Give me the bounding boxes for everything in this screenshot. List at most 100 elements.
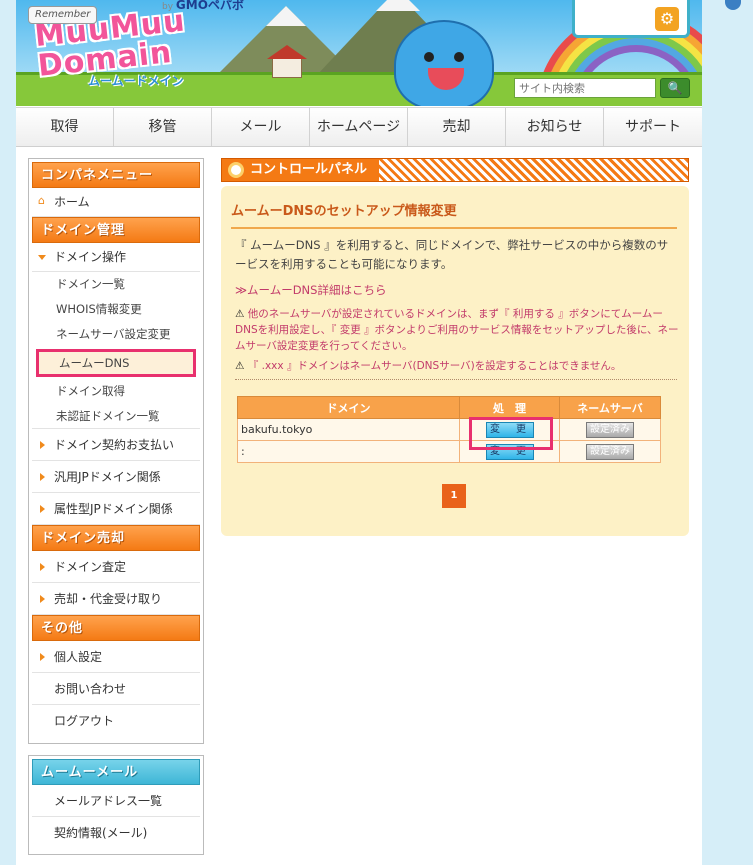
domain-table: ドメイン 処 理 ネームサーバ bakufu.tokyo 変 更 設定済み : … bbox=[237, 396, 661, 463]
panel-title: コントロールパネル bbox=[222, 159, 380, 181]
bear-mouth bbox=[428, 68, 464, 90]
sidebar-item-mail-addresses[interactable]: メールアドレス一覧 bbox=[32, 785, 200, 817]
nav-item-mail[interactable]: メール bbox=[212, 108, 310, 146]
configured-button[interactable]: 設定済み bbox=[586, 421, 634, 438]
sidebar-item-label: ドメイン査定 bbox=[54, 560, 127, 574]
nameserver-cell: 設定済み bbox=[559, 440, 661, 463]
sidebar-item-contact[interactable]: お問い合わせ bbox=[32, 673, 200, 705]
snowcap-decoration bbox=[266, 6, 306, 26]
sidebar-item-appraisal[interactable]: ドメイン査定 bbox=[32, 551, 200, 583]
sidebar-item-domain-list[interactable]: ドメイン一覧 bbox=[32, 272, 200, 297]
link-arrow-icon: ≫ bbox=[235, 283, 248, 297]
caret-right-icon bbox=[40, 653, 45, 661]
configured-button[interactable]: 設定済み bbox=[586, 443, 634, 460]
caret-down-icon bbox=[38, 255, 46, 260]
sidebar-item-label: ドメイン契約お支払い bbox=[54, 438, 175, 452]
gear-icon[interactable]: ⚙ bbox=[655, 7, 679, 31]
sidebar-item-domain-acquire[interactable]: ドメイン取得 bbox=[32, 379, 200, 404]
dns-details-link-text: ムームーDNS詳細はこちら bbox=[247, 283, 387, 297]
gmo-pepabo-byline[interactable]: by GMOペパボ bbox=[162, 0, 244, 13]
section-domain-management: ドメイン管理 bbox=[32, 217, 200, 243]
caret-right-icon bbox=[40, 595, 45, 603]
sun-icon bbox=[228, 162, 244, 178]
search-button[interactable]: 🔍 bbox=[660, 78, 690, 98]
sidebar-item-label: ドメイン操作 bbox=[54, 250, 127, 264]
caret-right-icon bbox=[40, 505, 45, 513]
change-button[interactable]: 変 更 bbox=[485, 443, 534, 460]
content-description: 『 ムームーDNS 』を利用すると、同じドメインで、弊社サービスの中から複数のサ… bbox=[235, 238, 669, 271]
nav-item-sell[interactable]: 売却 bbox=[408, 108, 506, 146]
section-other: その他 bbox=[32, 615, 200, 641]
header-banner: MuuMuu Domain ムームードメイン Remember by GMOペパ… bbox=[16, 0, 702, 106]
site-search: 🔍 bbox=[514, 78, 690, 98]
sidebar-item-muumuu-dns[interactable]: ムームーDNS bbox=[36, 349, 196, 377]
search-input[interactable] bbox=[514, 78, 656, 98]
content-heading: ムームーDNSのセットアップ情報変更 bbox=[231, 200, 677, 229]
sidebar-item-sale-payment[interactable]: 売却・代金受け取り bbox=[32, 583, 200, 615]
dns-details-link[interactable]: ≫ムームーDNS詳細はこちら bbox=[235, 282, 386, 298]
domain-cell: : bbox=[237, 440, 460, 463]
login-box[interactable]: ⚙ bbox=[572, 0, 690, 38]
nameserver-cell: 設定済み bbox=[559, 418, 661, 441]
sidebar-item-personal-settings[interactable]: 個人設定 bbox=[32, 641, 200, 673]
bear-mascot-icon bbox=[394, 20, 494, 106]
sidebar-item-contract-payment[interactable]: ドメイン契約お支払い bbox=[32, 429, 200, 461]
nav-item-homepage[interactable]: ホームページ bbox=[310, 108, 408, 146]
sidebar-item-domain-operations[interactable]: ドメイン操作 bbox=[32, 243, 200, 272]
nav-item-news[interactable]: お知らせ bbox=[506, 108, 604, 146]
nav-item-transfer[interactable]: 移管 bbox=[114, 108, 212, 146]
global-nav: 取得 移管 メール ホームページ 売却 お知らせ サポート bbox=[16, 107, 702, 147]
sidebar-item-unverified-domains[interactable]: 未認証ドメイン一覧 bbox=[32, 404, 200, 429]
location-pin-icon bbox=[725, 0, 741, 10]
action-cell: 変 更 bbox=[459, 418, 560, 441]
sidebar-item-home[interactable]: ⌂ ホーム bbox=[32, 188, 200, 217]
sidebar-item-mail-contract[interactable]: 契約情報(メール) bbox=[32, 817, 200, 849]
page: MuuMuu Domain ムームードメイン Remember by GMOペパ… bbox=[16, 0, 702, 865]
home-icon: ⌂ bbox=[38, 194, 45, 207]
domain-cell: bakufu.tokyo bbox=[237, 418, 460, 441]
column-header-nameserver: ネームサーバ bbox=[559, 396, 661, 419]
sidebar-title: コンパネメニュー bbox=[32, 162, 200, 188]
divider bbox=[235, 379, 677, 380]
nav-item-acquire[interactable]: 取得 bbox=[16, 108, 114, 146]
panel-title-bar: コントロールパネル bbox=[221, 158, 689, 182]
table-row: bakufu.tokyo 変 更 設定済み bbox=[237, 418, 661, 441]
caret-right-icon bbox=[40, 563, 45, 571]
sidebar-item-generic-jp[interactable]: 汎用JPドメイン関係 bbox=[32, 461, 200, 493]
house-icon bbox=[267, 45, 307, 78]
sidebar-item-label: ホーム bbox=[54, 195, 90, 209]
mail-sidebar-title: ムームーメール bbox=[32, 759, 200, 785]
sidebar-item-attribute-jp[interactable]: 属性型JPドメイン関係 bbox=[32, 493, 200, 525]
caret-right-icon bbox=[40, 441, 45, 449]
caret-right-icon bbox=[40, 473, 45, 481]
bear-eye bbox=[454, 52, 464, 62]
byline-text: GMOペパボ bbox=[175, 0, 244, 12]
remember-badge[interactable]: Remember bbox=[28, 6, 98, 24]
sidebar-item-whois-change[interactable]: WHOIS情報変更 bbox=[32, 297, 200, 322]
warning-icon: ⚠ bbox=[235, 360, 245, 372]
change-button[interactable]: 変 更 bbox=[485, 421, 534, 438]
dns-setup-content: ムームーDNSのセットアップ情報変更 『 ムームーDNS 』を利用すると、同じド… bbox=[221, 186, 689, 536]
warning-note: ⚠ 他のネームサーバが設定されているドメインは、まず『 利用する 』ボタンにてム… bbox=[235, 306, 679, 354]
page-number[interactable]: 1 bbox=[442, 484, 466, 508]
sidebar-item-logout[interactable]: ログアウト bbox=[32, 705, 200, 737]
snowcap-decoration bbox=[376, 0, 420, 11]
sidebar-item-label: 属性型JPドメイン関係 bbox=[54, 502, 173, 516]
warning-note: ⚠ 『 .xxx 』ドメインはネームサーバ(DNSサーバ)を設定することはできま… bbox=[235, 358, 679, 374]
nav-item-support[interactable]: サポート bbox=[604, 108, 702, 146]
action-cell: 変 更 bbox=[459, 440, 560, 463]
search-icon: 🔍 bbox=[667, 81, 683, 95]
section-domain-sale: ドメイン売却 bbox=[32, 525, 200, 551]
sidebar-item-nameserver-change[interactable]: ネームサーバ設定変更 bbox=[32, 322, 200, 347]
logo-subtext: ムームードメイン bbox=[88, 74, 184, 88]
warning-note-text: 『 .xxx 』ドメインはネームサーバ(DNSサーバ)を設定することはできません… bbox=[247, 360, 622, 372]
sidebar-item-label: 個人設定 bbox=[54, 650, 103, 664]
panel-title-text: コントロールパネル bbox=[250, 162, 368, 177]
table-row: : 変 更 設定済み bbox=[237, 440, 661, 463]
table-header-row: ドメイン 処 理 ネームサーバ bbox=[237, 396, 661, 419]
warning-icon: ⚠ bbox=[235, 308, 245, 320]
sidebar-item-label: 汎用JPドメイン関係 bbox=[54, 470, 161, 484]
bear-eye bbox=[424, 52, 434, 62]
warning-note-text: 他のネームサーバが設定されているドメインは、まず『 利用する 』ボタンにてムーム… bbox=[235, 308, 679, 352]
mail-sidebar: ムームーメール メールアドレス一覧 契約情報(メール) bbox=[28, 755, 204, 855]
